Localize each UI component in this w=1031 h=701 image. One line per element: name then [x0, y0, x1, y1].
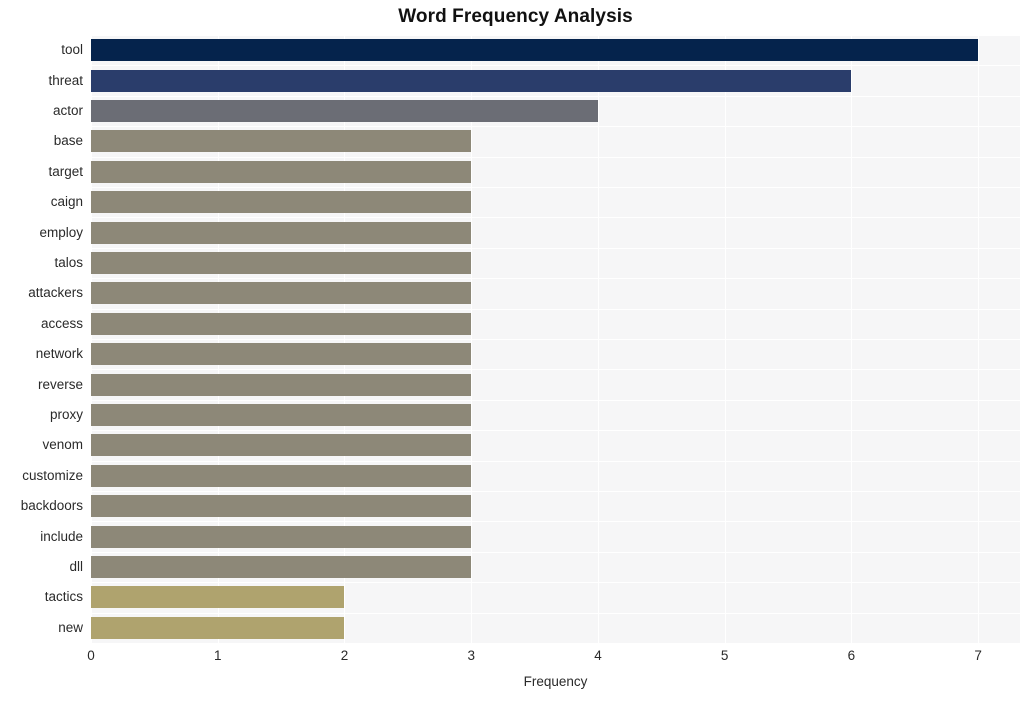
bar-include [91, 525, 472, 548]
x-tick-label-3: 3 [467, 648, 475, 663]
bar-proxy [91, 404, 472, 426]
bar-access [91, 312, 472, 335]
gridline-horizontal [91, 491, 1020, 492]
bar-backdoors [91, 495, 472, 518]
gridline-horizontal [91, 369, 1020, 371]
x-tick-label-6: 6 [847, 648, 856, 663]
bar-venom [91, 434, 472, 457]
y-tick-label-actor: actor [52, 103, 83, 118]
gridline-horizontal [91, 582, 1020, 584]
bar-target [91, 160, 472, 183]
bar-dll [91, 556, 472, 578]
y-tick-label-caign: caign [50, 194, 83, 210]
y-tick-label-access: access [40, 315, 83, 331]
y-axis-tick-labels: tool threat actor base target caign employ talo… [0, 35, 83, 643]
gridline-horizontal [91, 217, 1020, 219]
y-tick-label-base: base [53, 133, 83, 149]
x-tick-label-0: 0 [87, 648, 95, 663]
y-tick-label-network: network [35, 346, 83, 362]
x-axis-tick-labels: 0 1 2 3 4 5 6 7 [0, 648, 1031, 670]
y-tick-label-employ: employ [39, 224, 83, 240]
gridline-horizontal [91, 247, 1020, 249]
bar-base [91, 130, 472, 153]
bar-attackers [91, 282, 472, 305]
gridline-horizontal [91, 551, 1020, 553]
y-tick-label-talos: talos [54, 255, 83, 270]
plot-area [91, 35, 1020, 643]
gridline-horizontal [91, 156, 1020, 158]
bar-network [91, 343, 472, 366]
gridline-horizontal [91, 278, 1020, 280]
x-axis-title: Frequency [523, 674, 588, 689]
bar-customize [91, 464, 472, 487]
bar-tactics [91, 586, 345, 609]
gridline-horizontal [91, 65, 1020, 67]
gridline-horizontal [91, 35, 1020, 36]
chart-title: Word Frequency Analysis [398, 6, 633, 27]
bar-caign [91, 191, 472, 214]
y-tick-label-target: target [48, 163, 83, 179]
y-tick-label-attackers: attackers [28, 285, 83, 301]
gridline-horizontal [91, 521, 1020, 523]
bar-talos [91, 252, 472, 274]
gridline-horizontal [91, 126, 1020, 128]
x-tick-label-2: 2 [340, 648, 349, 663]
gridline-horizontal [91, 339, 1020, 340]
gridline-horizontal [91, 187, 1020, 188]
bar-employ [91, 221, 472, 244]
y-tick-label-new: new [58, 619, 83, 635]
gridline-horizontal [91, 308, 1020, 310]
y-tick-label-include: include [40, 528, 83, 544]
gridline-horizontal [91, 95, 1020, 97]
x-tick-label-1: 1 [213, 648, 222, 663]
y-tick-label-dll: dll [69, 559, 83, 574]
gridline-horizontal [91, 460, 1020, 462]
y-tick-label-backdoors: backdoors [20, 498, 83, 514]
gridline-horizontal [91, 612, 1020, 614]
bar-threat [91, 69, 852, 92]
x-tick-label-7: 7 [974, 648, 982, 663]
bar-actor [91, 100, 598, 122]
gridline-horizontal [91, 399, 1020, 401]
y-tick-label-reverse: reverse [37, 376, 83, 392]
y-tick-label-tactics: tactics [44, 589, 83, 605]
y-tick-label-customize: customize [22, 467, 83, 483]
y-tick-label-proxy: proxy [49, 407, 83, 422]
y-tick-label-tool: tool [61, 42, 83, 58]
y-tick-label-venom: venom [42, 437, 83, 453]
bar-tool [91, 39, 979, 62]
bar-reverse [91, 373, 472, 396]
word-frequency-chart-figure: Word Frequency Analysis tool threat actor b… [0, 0, 1031, 701]
y-tick-label-threat: threat [48, 72, 83, 88]
x-tick-label-5: 5 [720, 648, 729, 663]
gridline-horizontal [91, 430, 1020, 432]
x-tick-label-4: 4 [594, 648, 602, 663]
bar-new [91, 616, 345, 639]
